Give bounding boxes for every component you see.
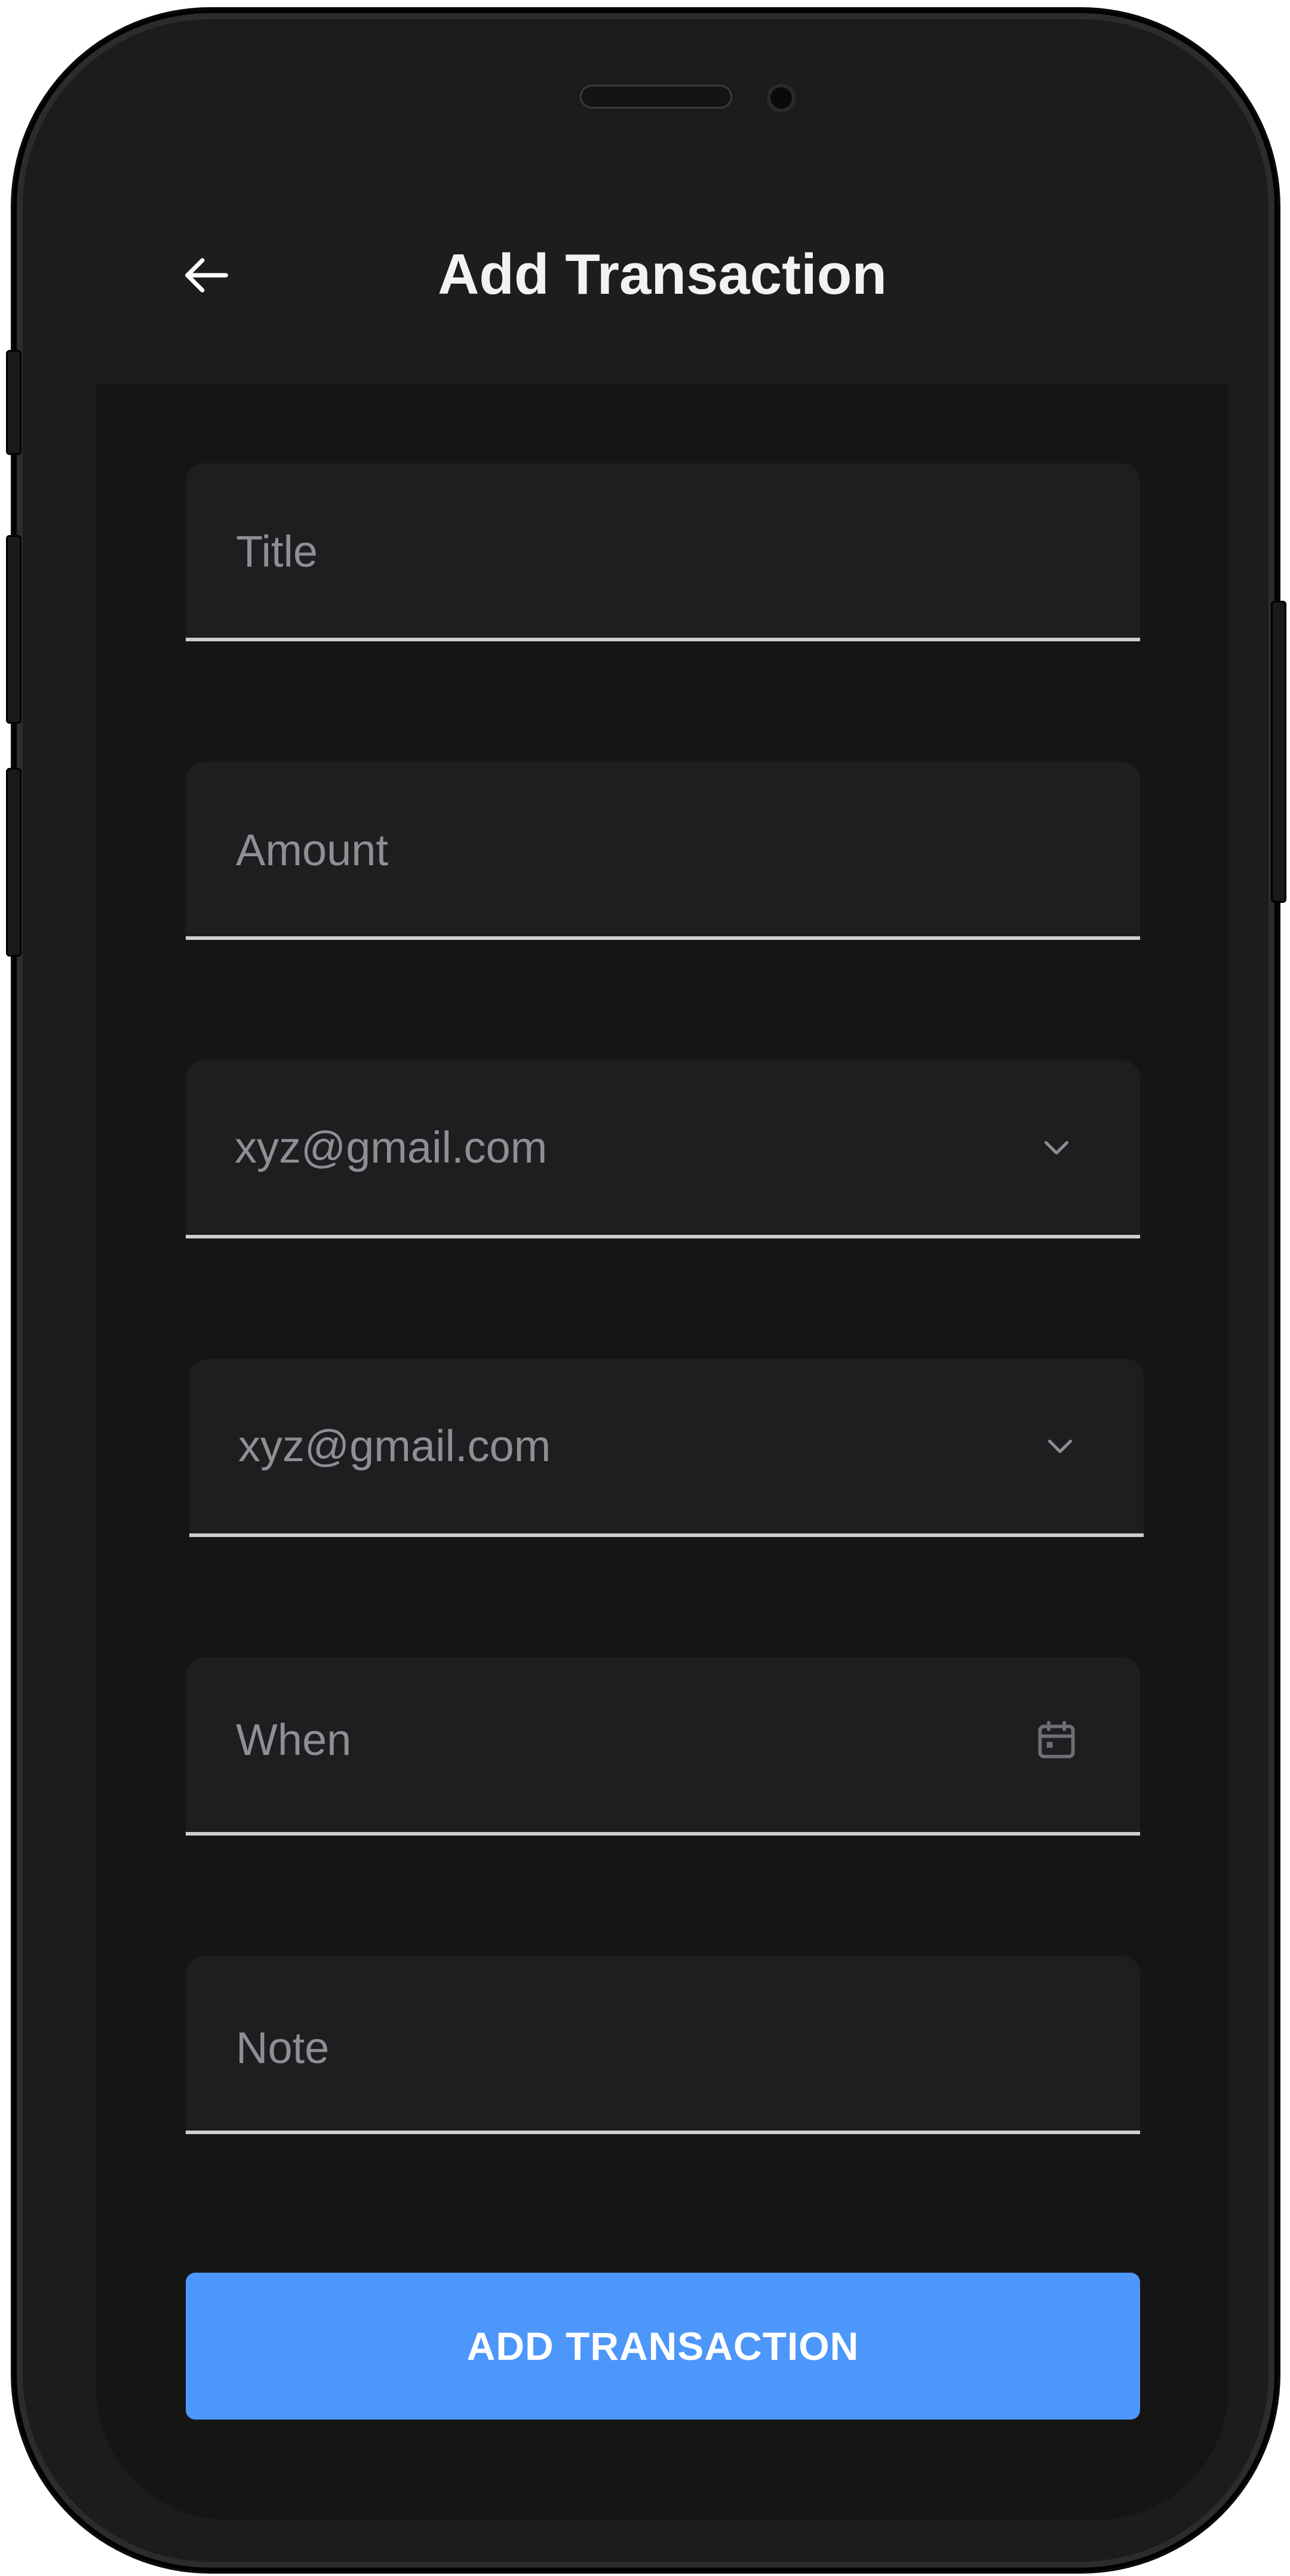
chevron-down-icon[interactable] (1033, 1123, 1080, 1171)
when-date-field[interactable] (186, 1652, 1140, 1836)
amount-field[interactable] (186, 762, 1140, 940)
page-title: Add Transaction (437, 242, 887, 306)
from-account-value: xyz@gmail.com (235, 1123, 548, 1172)
amount-input[interactable] (235, 762, 1013, 937)
calendar-icon[interactable] (1033, 1716, 1080, 1764)
add-transaction-button[interactable]: ADD TRANSACTION (186, 2273, 1140, 2420)
volume-down-button (6, 768, 22, 957)
to-account-select[interactable]: xyz@gmail.com (189, 1359, 1144, 1537)
power-button (1271, 601, 1286, 903)
note-input[interactable] (235, 1960, 1013, 2135)
title-input[interactable] (235, 463, 1013, 639)
from-account-select[interactable]: xyz@gmail.com (186, 1060, 1140, 1238)
phone-frame: Add Transaction xyz@gmail.com xyz@gmail.… (6, 10, 1286, 2571)
note-field[interactable] (186, 1956, 1140, 2135)
when-input[interactable] (235, 1652, 1013, 1827)
device-notch (341, 72, 986, 166)
volume-up-button (6, 535, 22, 724)
earpiece-speaker (580, 85, 732, 109)
to-account-value: xyz@gmail.com (238, 1421, 551, 1471)
app-screen: Add Transaction xyz@gmail.com xyz@gmail.… (96, 72, 1228, 2520)
mute-switch (6, 350, 22, 455)
chevron-down-icon[interactable] (1036, 1422, 1084, 1470)
front-camera (767, 84, 796, 112)
title-field[interactable] (186, 463, 1140, 641)
